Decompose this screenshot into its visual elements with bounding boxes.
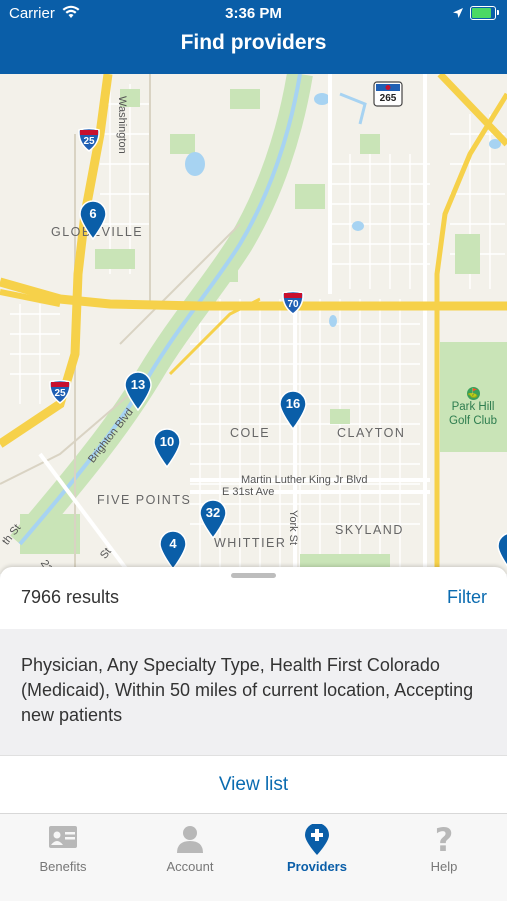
pin-count: 16 bbox=[285, 396, 301, 411]
state-highway-265-shield-icon: 265 bbox=[373, 81, 403, 107]
provider-pin[interactable]: 16 bbox=[279, 390, 307, 430]
location-arrow-icon bbox=[452, 6, 464, 23]
tab-bar: Benefits Account Providers ? Help bbox=[0, 813, 507, 901]
tab-label: Help bbox=[430, 859, 458, 874]
area-label-skyland: SKYLAND bbox=[335, 523, 404, 537]
pin-count: 13 bbox=[130, 377, 146, 392]
provider-pin[interactable]: 6 bbox=[79, 200, 107, 240]
golf-icon: ⛳ bbox=[466, 387, 480, 400]
filter-summary-text: Physician, Any Specialty Type, Health Fi… bbox=[21, 655, 474, 725]
pin-count: 6 bbox=[89, 206, 97, 221]
map-pin-icon bbox=[497, 532, 507, 567]
tab-providers[interactable]: Providers bbox=[254, 814, 380, 901]
page-title: Find providers bbox=[180, 31, 327, 54]
app-header: Carrier 3:36 PM Find providers bbox=[0, 0, 507, 74]
street-label-mlk: Martin Luther King Jr Blvd bbox=[241, 474, 368, 486]
provider-pin[interactable]: 13 bbox=[124, 371, 152, 411]
filter-button[interactable]: Filter bbox=[447, 587, 487, 608]
map-base bbox=[0, 74, 507, 574]
clock: 3:36 PM bbox=[225, 5, 282, 22]
tab-label: Account bbox=[166, 859, 214, 874]
question-icon: ? bbox=[435, 824, 454, 856]
interstate-25-shield-icon: 25 bbox=[78, 128, 100, 152]
area-label-five-points: FIVE POINTS bbox=[97, 493, 192, 507]
tab-label: Benefits bbox=[39, 859, 87, 874]
provider-pin-partial[interactable] bbox=[497, 532, 507, 572]
interstate-25-label: 25 bbox=[54, 388, 66, 399]
battery-icon bbox=[470, 6, 496, 20]
svg-text:?: ? bbox=[435, 824, 454, 856]
pin-count: 32 bbox=[205, 505, 221, 520]
park-label: ⛳ Park Hill Golf Club bbox=[441, 386, 505, 428]
results-sheet: 7966 results Filter Physician, Any Speci… bbox=[0, 567, 507, 813]
interstate-25-shield-icon: 25 bbox=[49, 380, 71, 404]
provider-pin[interactable]: 10 bbox=[153, 428, 181, 468]
map-view[interactable]: 25 25 70 265 GLOBEVILLE COLE CLAYTON FIV… bbox=[0, 74, 507, 574]
location-plus-icon bbox=[305, 824, 329, 855]
tab-account[interactable]: Account bbox=[127, 814, 253, 901]
id-card-icon bbox=[49, 826, 77, 848]
status-bar: Carrier 3:36 PM bbox=[0, 0, 507, 28]
sheet-drag-handle[interactable] bbox=[231, 573, 276, 578]
tab-label: Providers bbox=[287, 859, 347, 874]
park-name: Park Hill Golf Club bbox=[449, 401, 497, 427]
filter-summary: Physician, Any Specialty Type, Health Fi… bbox=[0, 629, 507, 755]
provider-pin[interactable]: 4 bbox=[159, 530, 187, 570]
person-icon bbox=[177, 826, 203, 853]
provider-pin[interactable]: 32 bbox=[199, 499, 227, 539]
view-list-button[interactable]: View list bbox=[0, 755, 507, 814]
street-label-washington: Washington bbox=[116, 96, 128, 154]
street-label-york: York St bbox=[287, 510, 299, 546]
area-label-cole: COLE bbox=[230, 426, 271, 440]
pin-count: 4 bbox=[169, 536, 177, 551]
results-count: 7966 results bbox=[21, 587, 120, 607]
battery-nub bbox=[497, 10, 499, 15]
tab-help[interactable]: ? Help bbox=[381, 814, 507, 901]
interstate-70-label: 70 bbox=[287, 299, 299, 310]
interstate-70-shield-icon: 70 bbox=[282, 291, 304, 315]
interstate-25-label: 25 bbox=[83, 136, 95, 147]
tab-benefits[interactable]: Benefits bbox=[0, 814, 126, 901]
street-label-e31st: E 31st Ave bbox=[222, 486, 275, 498]
area-label-clayton: CLAYTON bbox=[337, 426, 406, 440]
state-highway-265-label: 265 bbox=[379, 93, 397, 104]
pin-count: 10 bbox=[159, 434, 175, 449]
